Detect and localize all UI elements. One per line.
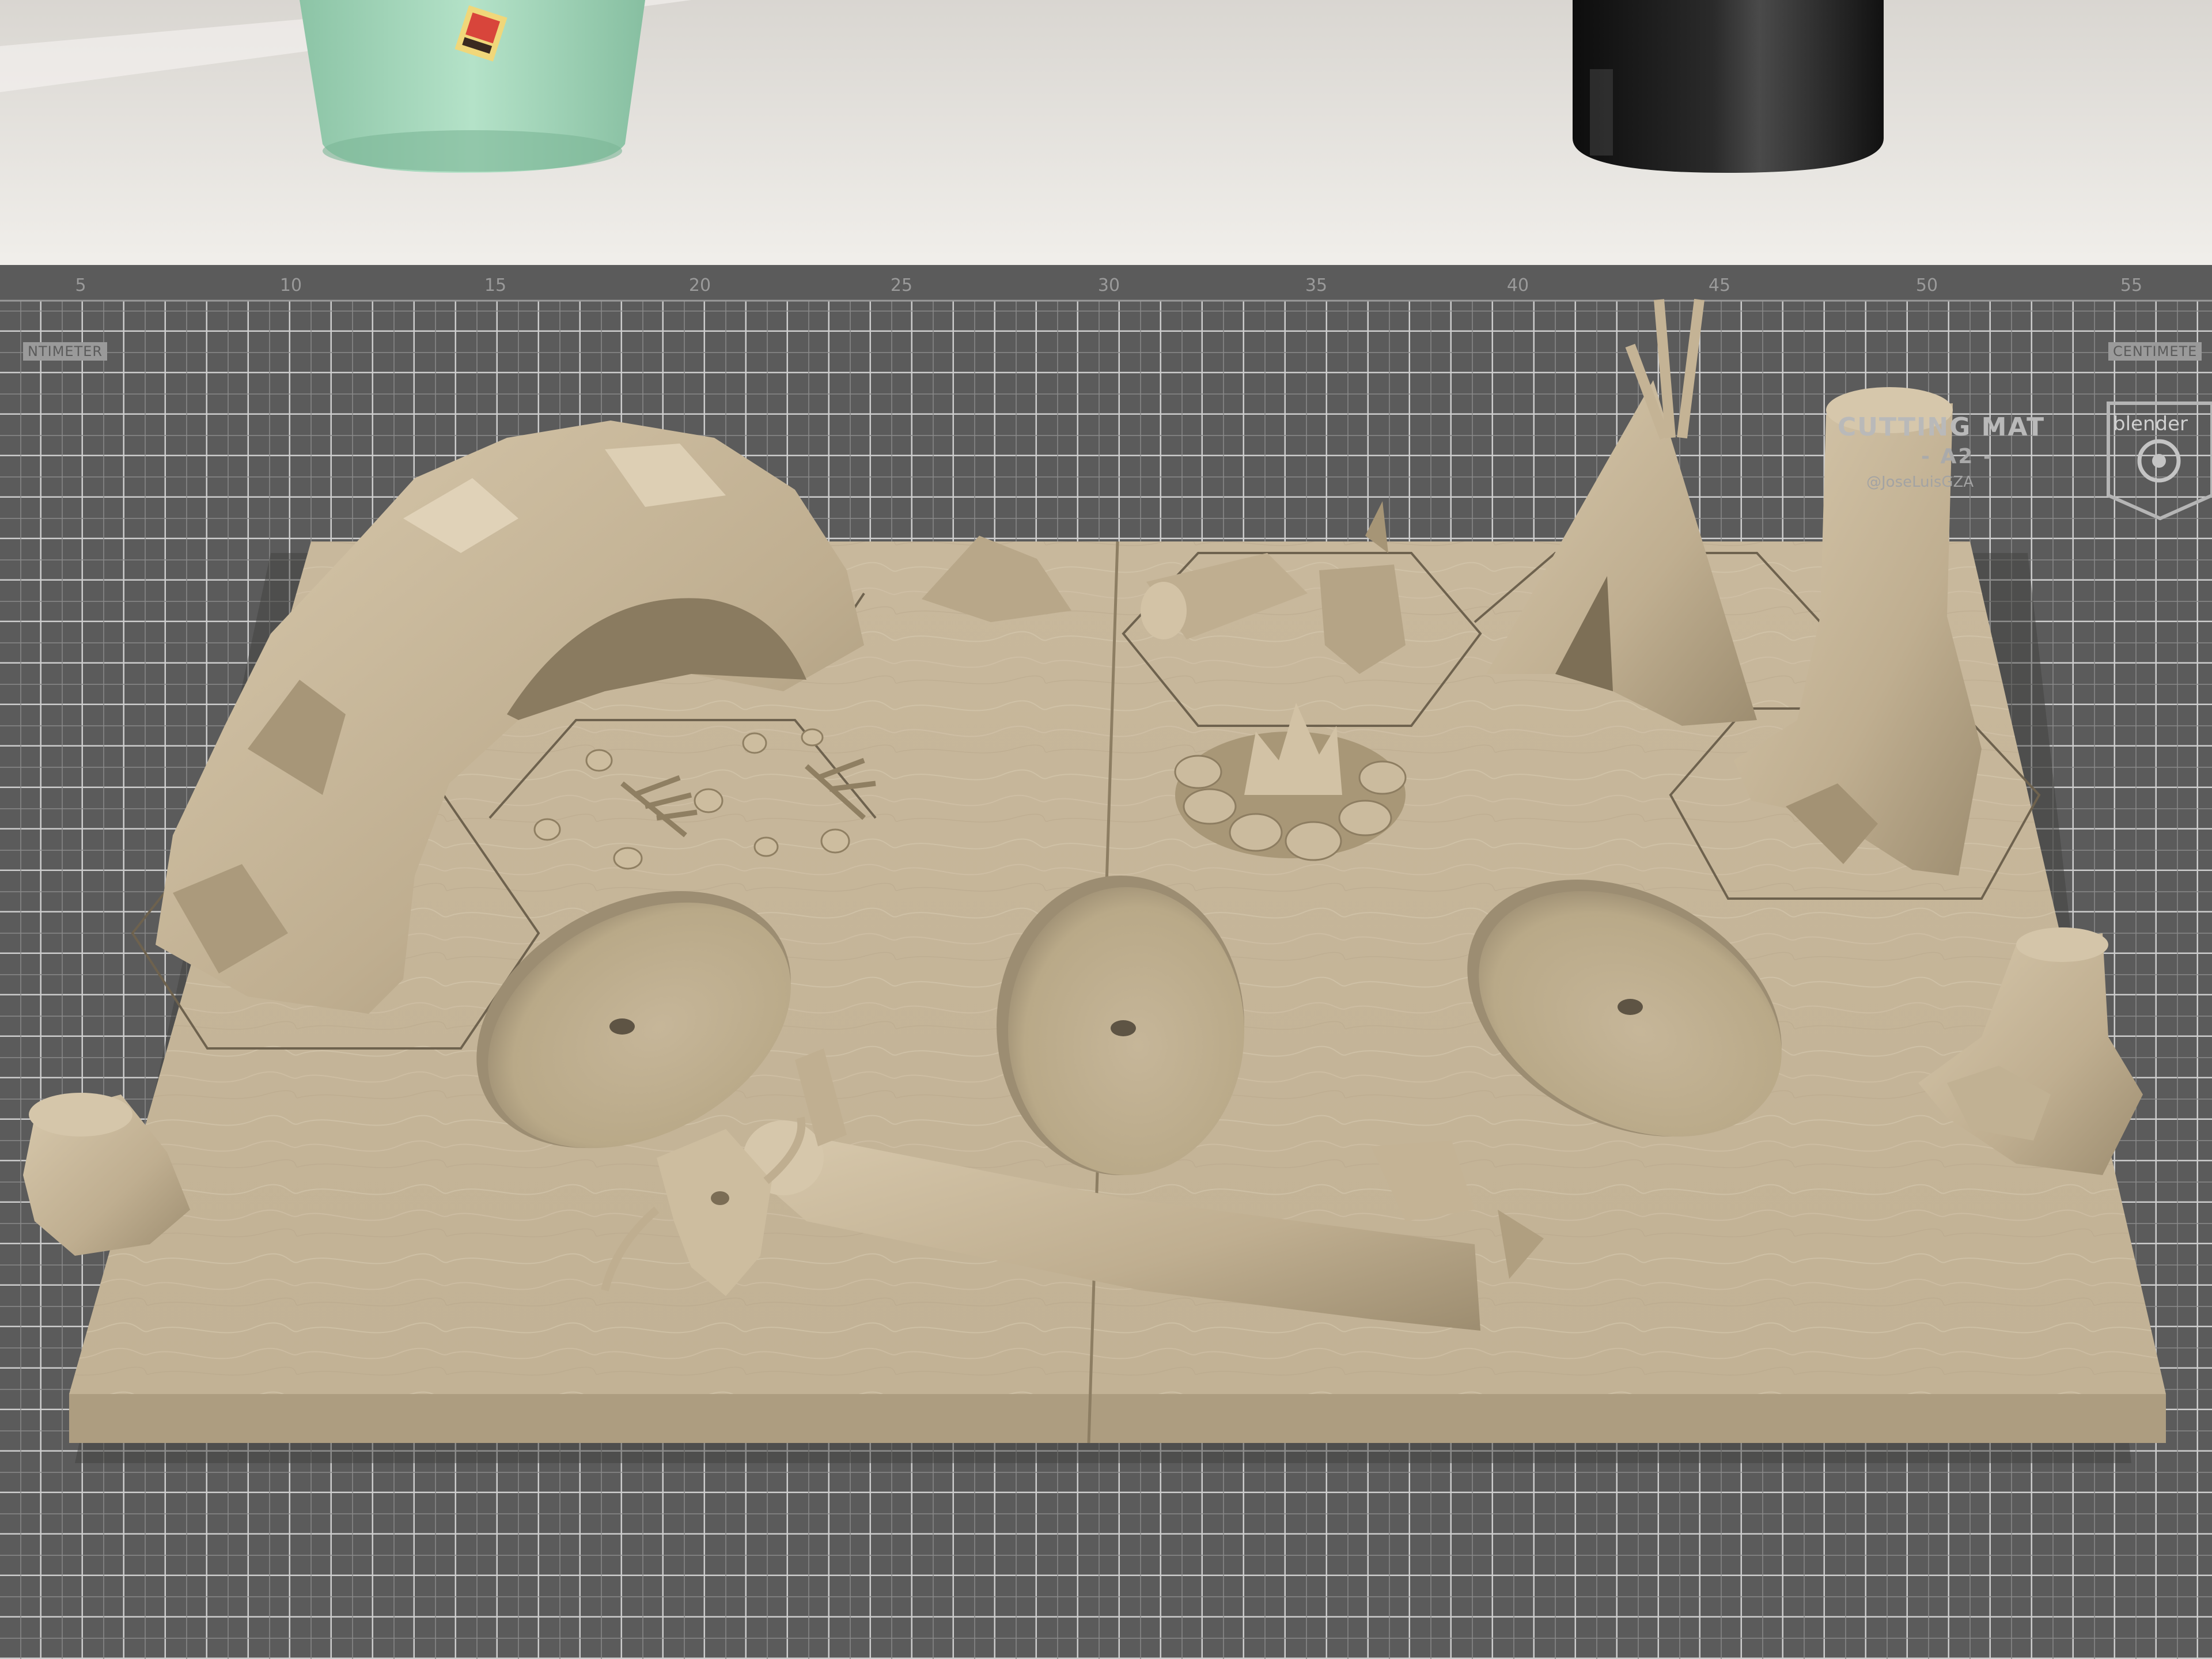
ruler-number-55: 55 xyxy=(2120,275,2143,296)
mat-centimeter-label-right: CENTIMETE xyxy=(2108,342,2202,361)
black-ink-jar-icon xyxy=(1573,0,1884,173)
ruler-number-25: 25 xyxy=(890,275,913,296)
mat-title: CUTTING MAT xyxy=(1838,412,2046,442)
ruler-number-10: 10 xyxy=(279,275,302,296)
ruler-number-50: 50 xyxy=(1915,275,1938,296)
board-front-edge xyxy=(69,1394,2166,1443)
mat-size: - A2 - xyxy=(1921,445,1994,468)
mat-centimeter-label-left: NTIMETER xyxy=(23,342,108,361)
ruler-number-30: 30 xyxy=(1097,275,1120,296)
blender-logo-text: blender xyxy=(2113,412,2188,435)
ruler-number-15: 15 xyxy=(484,275,507,296)
ruler-number-35: 35 xyxy=(1305,275,1328,296)
diorama-render xyxy=(0,0,2212,1659)
ruler-number-5: 5 xyxy=(75,275,86,296)
mat-author-handle: @JoseLuisGZA xyxy=(1866,474,1974,491)
ruler-number-40: 40 xyxy=(1506,275,1529,296)
ruler-number-45: 45 xyxy=(1708,275,1731,296)
ruler-number-20: 20 xyxy=(688,275,711,296)
base-slot-center xyxy=(997,876,1244,1175)
